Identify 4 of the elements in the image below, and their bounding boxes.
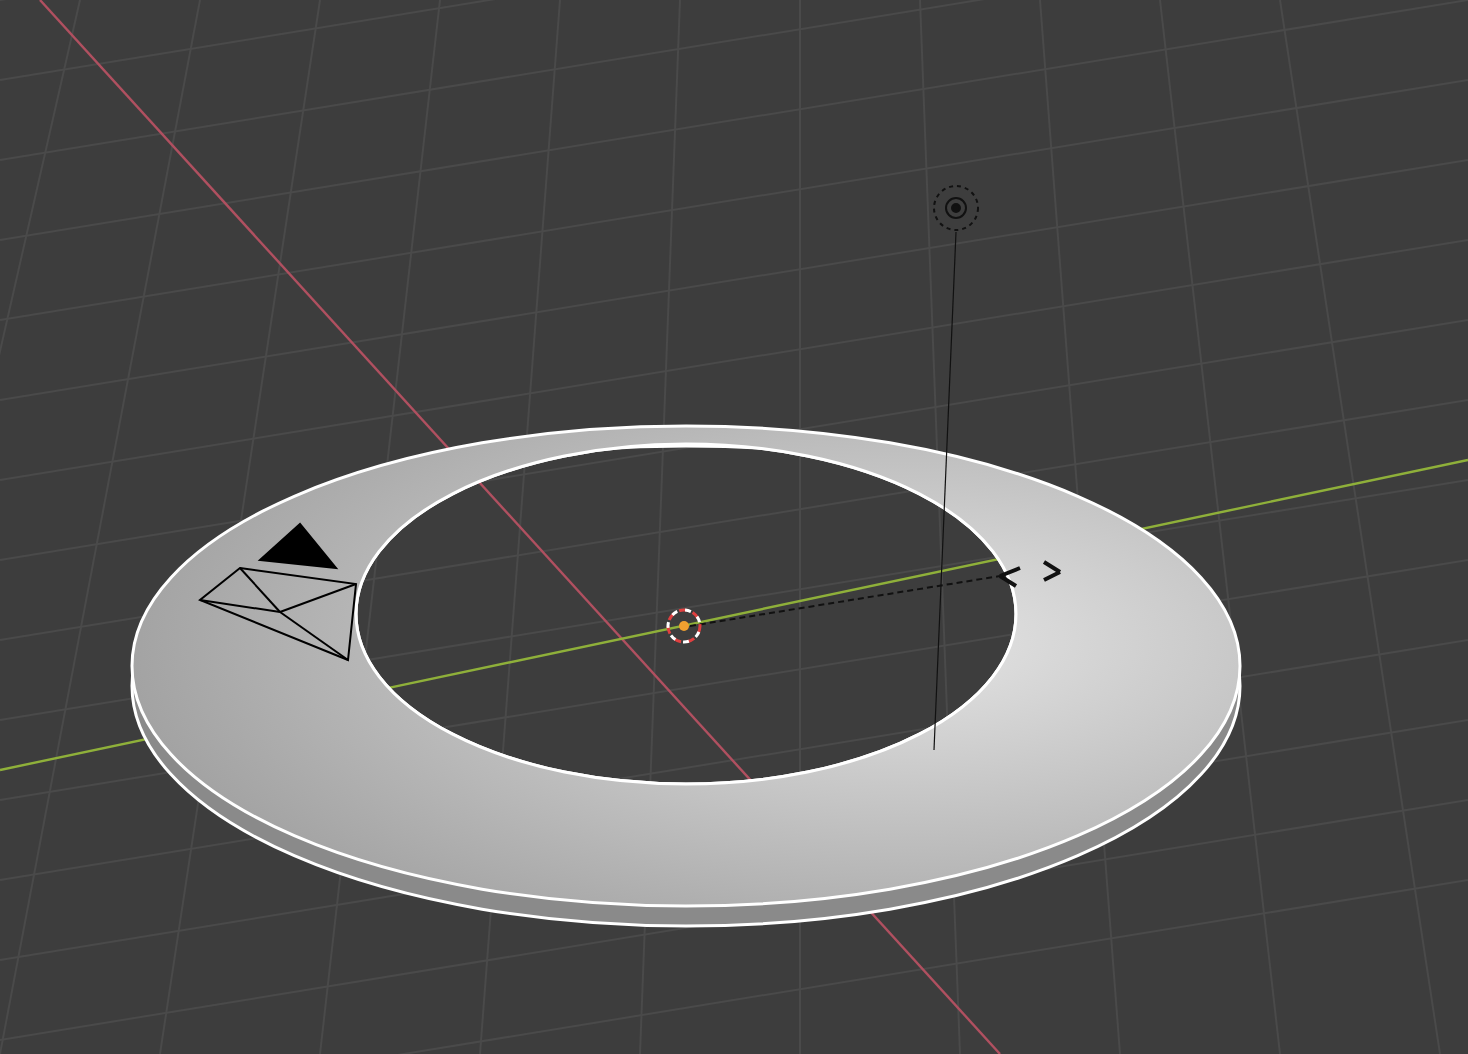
torus-drawing[interactable] [130, 424, 1242, 928]
camera-drawing[interactable] [198, 522, 358, 662]
light-drawing[interactable] [689, 185, 1062, 751]
cursor-icon [666, 608, 702, 644]
